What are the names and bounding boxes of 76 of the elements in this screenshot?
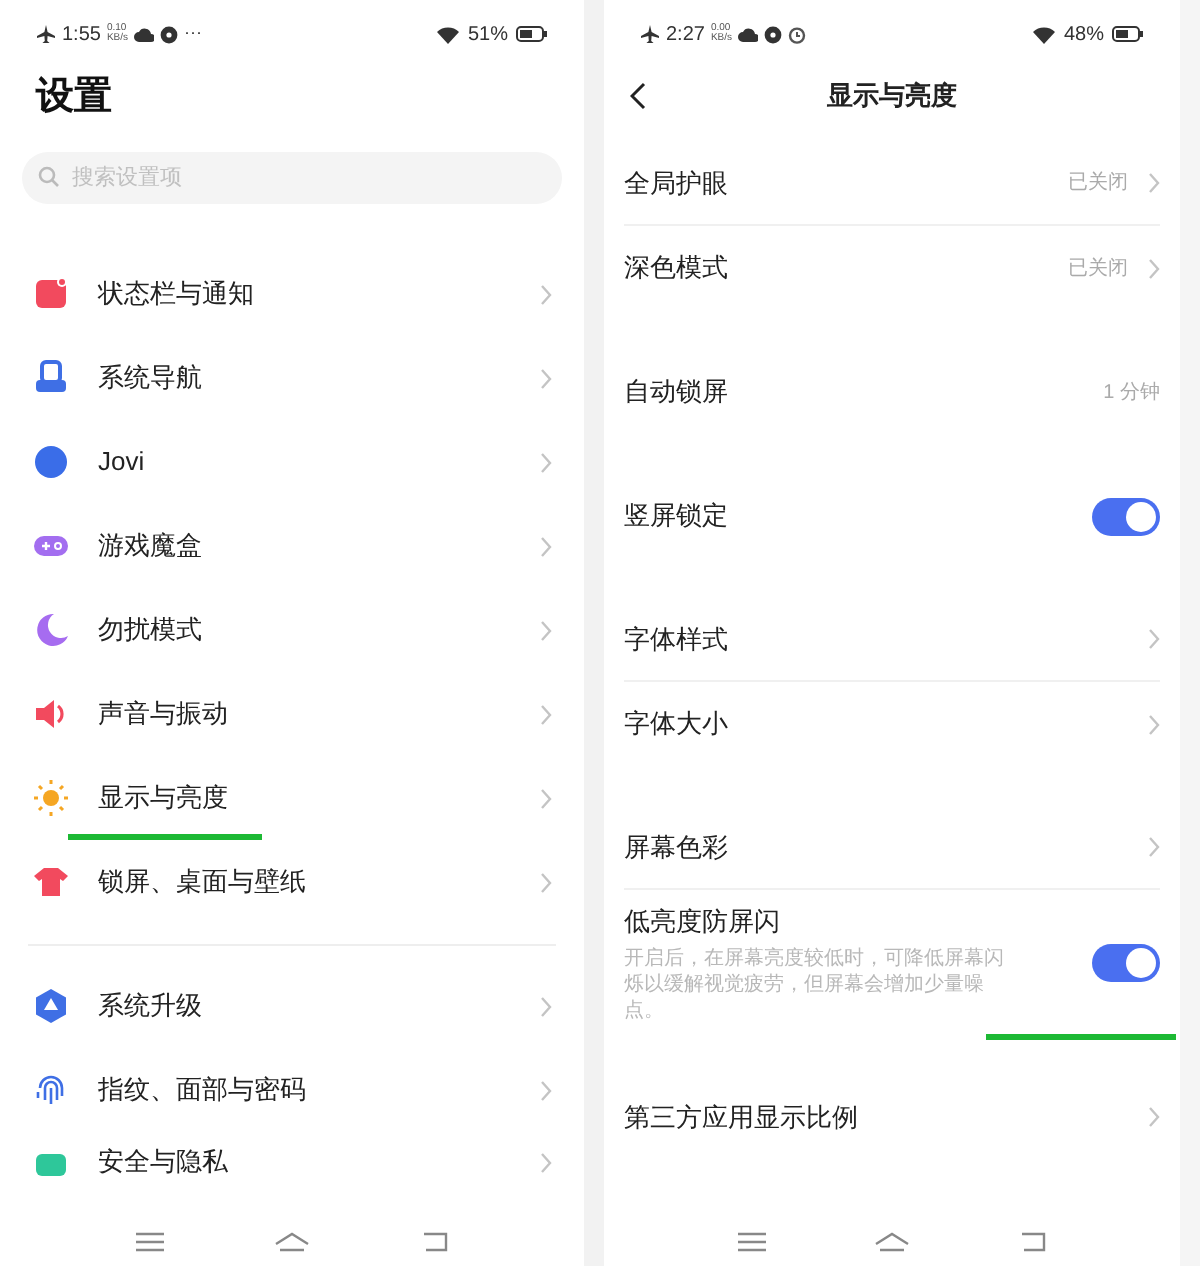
settings-item[interactable]: 显示与亮度 (0, 756, 584, 840)
home-icon (274, 1231, 311, 1251)
status-time: 1:55 (62, 21, 101, 49)
setting-label: 低亮度防屏闪 (624, 904, 782, 940)
chevron-icon (540, 787, 552, 809)
settings-item[interactable]: 字体样式 (624, 598, 1160, 682)
chevron-icon (540, 451, 552, 473)
chevron-icon (1148, 713, 1160, 735)
chevron-icon (540, 283, 552, 305)
menu-icon (135, 1231, 164, 1251)
settings-item[interactable]: 字体大小 (624, 682, 1160, 766)
settings-item[interactable]: 屏幕色彩 (624, 806, 1160, 890)
toggle-switch[interactable] (1092, 943, 1160, 982)
moon-icon (32, 610, 70, 650)
settings-item[interactable]: 声音与振动 (0, 672, 584, 756)
speaker-icon (32, 694, 70, 734)
battery-icon (516, 26, 548, 42)
settings-item[interactable]: 深色模式 已关闭 (624, 226, 1160, 310)
settings-item[interactable]: 系统导航 (0, 336, 584, 420)
hexagon-icon (32, 986, 70, 1026)
chevron-icon (1148, 172, 1160, 194)
cloud-icon (134, 26, 155, 42)
settings-item[interactable]: 锁屏、桌面与壁纸 (0, 840, 584, 924)
chevron-icon (1148, 1106, 1160, 1128)
settings-item[interactable]: 竖屏锁定 (624, 474, 1160, 558)
assistant-icon (32, 442, 70, 482)
setting-value: 已关闭 (1068, 255, 1128, 283)
battery-icon (1112, 26, 1144, 42)
chevron-icon (540, 703, 552, 725)
setting-value: 1 分钟 (1103, 379, 1160, 407)
shirt-icon (32, 862, 70, 902)
page-title: 显示与亮度 (825, 78, 959, 115)
settings-item[interactable]: Jovi (0, 420, 584, 504)
chevron-icon (540, 871, 552, 893)
wifi-icon (1031, 25, 1056, 43)
more-notifications: ··· (184, 20, 203, 47)
status-time: 2:27 (666, 21, 705, 49)
battery-level: 51% (467, 21, 508, 49)
navigation-icon (32, 358, 70, 398)
search-icon (38, 166, 60, 188)
disc-icon (764, 25, 783, 43)
setting-description: 开启后，在屏幕亮度较低时，可降低屏幕闪烁以缓解视觉疲劳，但屏幕会增加少量噪点。 (624, 945, 1006, 1023)
setting-value: 已关闭 (1068, 169, 1128, 198)
sun-icon (32, 778, 70, 818)
settings-item[interactable]: 勿扰模式 (0, 588, 584, 672)
menu-icon (738, 1231, 767, 1251)
chevron-icon (540, 1151, 552, 1173)
settings-item[interactable]: 第三方应用显示比例 (624, 1075, 1160, 1159)
chevron-icon (540, 995, 552, 1017)
settings-item[interactable]: 安全与隐私 (0, 1132, 584, 1192)
airplane-icon (36, 24, 56, 44)
airplane-icon (640, 24, 660, 44)
page-title: 设置 (33, 73, 114, 122)
settings-item[interactable]: 状态栏与通知 (0, 252, 584, 336)
chevron-icon (1148, 628, 1160, 650)
chevron-icon (540, 367, 552, 389)
alarm-icon (788, 25, 807, 43)
settings-item[interactable]: 游戏魔盒 (0, 504, 584, 588)
settings-item[interactable]: 系统升级 (0, 964, 584, 1048)
settings-item[interactable]: 自动锁屏 1 分钟 (624, 350, 1160, 434)
disc-icon (160, 25, 179, 43)
battery-level: 48% (1063, 21, 1104, 49)
back-icon (1019, 1231, 1046, 1251)
settings-item[interactable]: 指纹、面部与密码 (0, 1048, 584, 1132)
chevron-icon (540, 619, 552, 641)
chevron-icon (1148, 836, 1160, 858)
cloud-icon (738, 26, 759, 42)
wifi-icon (435, 25, 460, 43)
toggle-switch[interactable] (1092, 497, 1160, 535)
chevron-icon (1148, 257, 1160, 279)
notification-icon (32, 274, 70, 314)
settings-item[interactable]: 全局护眼 已关闭 (624, 142, 1160, 226)
chevron-icon (540, 535, 552, 557)
back-icon (422, 1231, 449, 1251)
home-icon (874, 1231, 911, 1251)
chevron-icon (540, 1079, 552, 1101)
